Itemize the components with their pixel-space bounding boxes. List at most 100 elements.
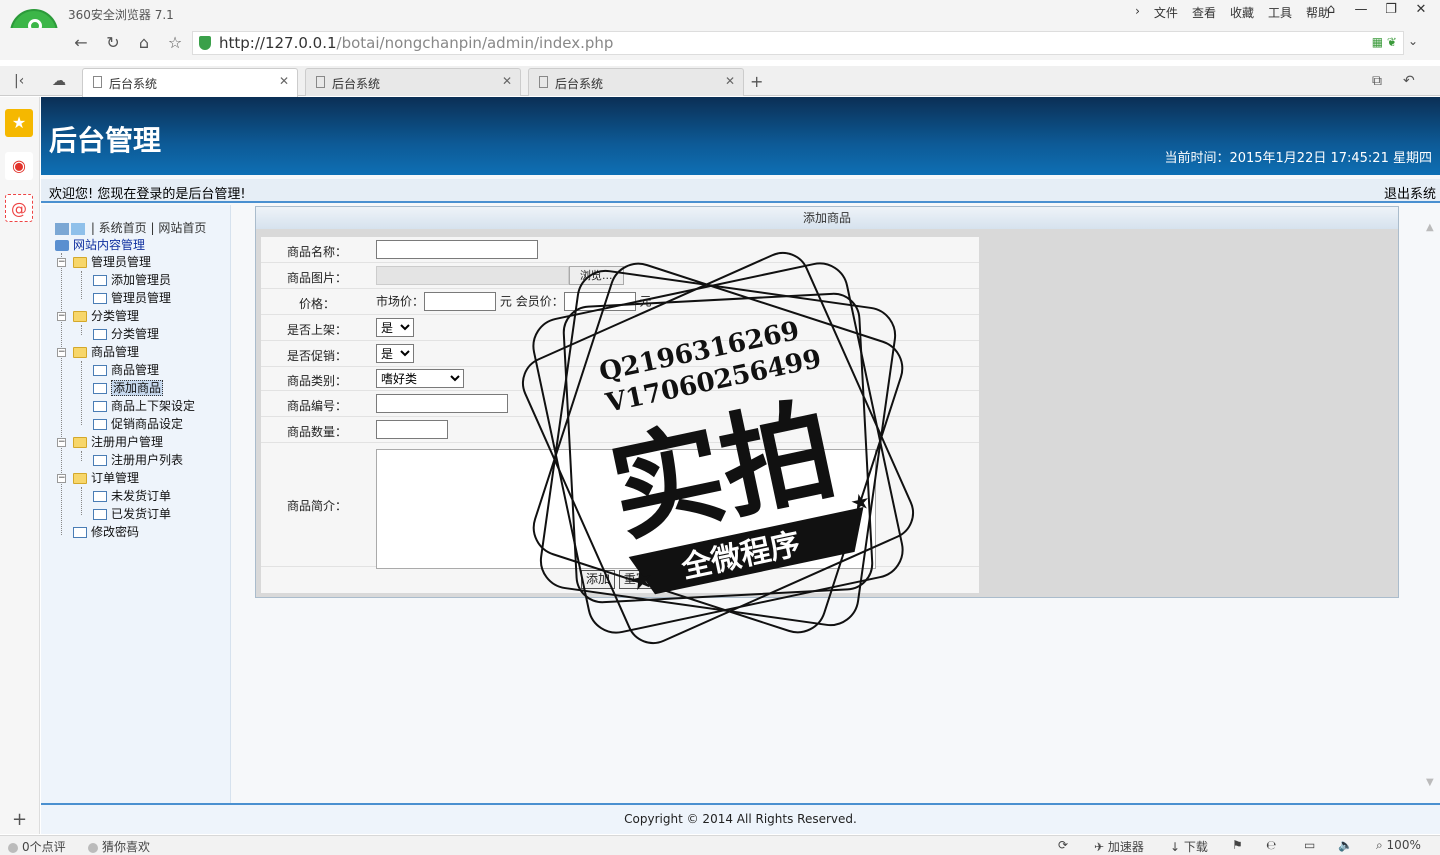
promotion-select[interactable]: 是 <box>376 344 414 363</box>
nav-manage-products[interactable]: 商品管理 <box>93 361 159 379</box>
copyright-text: Copyright © 2014 All Rights Reserved. <box>624 812 857 826</box>
group-orders[interactable]: 订单管理 <box>73 469 139 487</box>
submit-button[interactable]: 添加 <box>581 570 616 589</box>
download-icon: ↓ <box>1170 840 1184 854</box>
collapse-icon[interactable]: − <box>57 348 66 357</box>
nav-add-product[interactable]: 添加商品 <box>93 379 164 397</box>
back-arrow-icon[interactable]: ← <box>70 32 92 54</box>
sound-icon[interactable]: 🔈 <box>1338 838 1353 852</box>
reset-button[interactable]: 重写 <box>618 570 653 589</box>
mail-icon[interactable]: @ <box>5 194 33 222</box>
nav-shelf-settings[interactable]: 商品上下架设定 <box>93 397 195 415</box>
window-icon[interactable]: ▭ <box>1304 838 1315 852</box>
favorites-star-icon[interactable]: ★ <box>5 109 33 137</box>
nav-shipped-orders[interactable]: 已发货订单 <box>93 505 171 523</box>
product-code-input[interactable] <box>376 394 508 413</box>
folder-icon <box>73 311 87 322</box>
nav-top-links-text[interactable]: | 系统首页 | 网站首页 <box>91 221 207 235</box>
collapse-icon[interactable]: − <box>57 438 66 447</box>
collapse-icon[interactable]: − <box>57 474 66 483</box>
page-content: 后台管理 当前时间：2015年1月22日 17:45:21 星期四 欢迎您! 您… <box>41 97 1440 834</box>
add-icon[interactable] <box>71 222 85 235</box>
tab-2[interactable]: 后台系统 ✕ <box>305 68 521 96</box>
member-price-input[interactable] <box>563 292 636 311</box>
nav-manage-categories[interactable]: 分类管理 <box>93 325 159 343</box>
logout-link[interactable]: 退出系统 <box>1384 183 1436 202</box>
quantity-input[interactable] <box>376 420 448 439</box>
qr-leaf-icons[interactable]: ▦ ❦ <box>1372 35 1397 49</box>
speed-icon[interactable]: ⟳ <box>1058 838 1068 852</box>
url-dropdown-icon[interactable]: ⌄ <box>1408 34 1418 48</box>
scroll-down-icon[interactable]: ▼ <box>1426 777 1434 788</box>
page-icon <box>93 293 107 304</box>
close-tab-icon[interactable]: ✕ <box>502 74 512 88</box>
group-admins[interactable]: 管理员管理 <box>73 253 151 271</box>
close-tab-icon[interactable]: ✕ <box>725 74 735 88</box>
printer-icon[interactable] <box>55 222 69 235</box>
nav-manage-admins[interactable]: 管理员管理 <box>93 289 171 307</box>
comments-status[interactable]: 0个点评 <box>8 838 66 855</box>
tab-3[interactable]: 后台系统 ✕ <box>528 68 744 96</box>
url-path: /botai/nongchanpin/admin/index.php <box>336 34 614 52</box>
row-price: 价格： 市场价： 元 会员价： 元 <box>261 289 979 315</box>
restore-tabs-icon[interactable]: ⧉ <box>1372 73 1382 89</box>
row-on-shelf: 是否上架： 是 <box>261 315 979 341</box>
category-select[interactable]: 嗜好类 <box>376 369 464 388</box>
page-icon <box>93 455 107 466</box>
page-icon <box>93 419 107 430</box>
refresh-icon[interactable]: ↻ <box>102 32 124 54</box>
close-tab-icon[interactable]: ✕ <box>279 74 289 88</box>
collapse-icon[interactable]: − <box>57 312 66 321</box>
skin-icon[interactable]: ⌂ <box>1322 2 1340 17</box>
folder-icon <box>73 473 87 484</box>
description-textarea[interactable] <box>376 449 876 569</box>
tab-1[interactable]: 后台系统 ✕ <box>82 68 298 97</box>
menu-favorites[interactable]: 收藏 <box>1230 4 1254 21</box>
nav-unshipped-orders[interactable]: 未发货订单 <box>93 487 171 505</box>
admin-banner: 后台管理 当前时间：2015年1月22日 17:45:21 星期四 <box>41 97 1440 175</box>
url-input[interactable]: http://127.0.0.1/botai/nongchanpin/admin… <box>192 31 1404 55</box>
group-users[interactable]: 注册用户管理 <box>73 433 163 451</box>
cloud-icon[interactable]: ☁ <box>52 73 66 89</box>
row-name: 商品名称： <box>261 237 979 263</box>
menu-file[interactable]: 文件 <box>1154 4 1178 21</box>
market-price-input[interactable] <box>424 292 497 311</box>
scroll-up-icon[interactable]: ▲ <box>1426 222 1434 233</box>
browse-button[interactable]: 浏览... <box>569 266 624 285</box>
tree-root[interactable]: 网站内容管理 <box>55 236 145 254</box>
flag-icon[interactable]: ⚑ <box>1232 838 1243 852</box>
nav-user-list[interactable]: 注册用户列表 <box>93 451 183 469</box>
add-sidebar-icon[interactable]: + <box>12 809 27 830</box>
zoom-control[interactable]: ⌕ 100% <box>1376 838 1421 853</box>
nav-change-password[interactable]: 修改密码 <box>73 523 139 541</box>
tab-list-left-icon[interactable]: |‹ <box>14 73 24 89</box>
home-icon[interactable]: ⌂ <box>133 32 155 54</box>
ie-icon[interactable]: ℮ <box>1266 838 1276 852</box>
menu-view[interactable]: 查看 <box>1192 4 1216 21</box>
undo-close-icon[interactable]: ↶ <box>1403 73 1415 89</box>
add-product-panel: 添加商品 商品名称： 商品图片： 浏览... 价格： 市场价： 元 会员价： 元 <box>255 206 1399 598</box>
close-window-button[interactable]: ✕ <box>1412 2 1430 17</box>
download-button[interactable]: ↓ 下载 <box>1170 838 1208 855</box>
menu-tools[interactable]: 工具 <box>1268 4 1292 21</box>
product-name-input[interactable] <box>376 240 538 259</box>
market-price-label: 市场价： <box>376 294 425 309</box>
maximize-button[interactable]: ❐ <box>1382 2 1400 17</box>
url-text[interactable]: http://127.0.0.1/botai/nongchanpin/admin… <box>219 34 613 52</box>
menu-more-icon[interactable]: › <box>1135 4 1140 21</box>
minimize-button[interactable]: — <box>1352 2 1370 17</box>
nav-promo-settings[interactable]: 促销商品设定 <box>93 415 183 433</box>
on-shelf-select[interactable]: 是 <box>376 318 414 337</box>
file-path-field[interactable] <box>376 266 569 285</box>
collapse-icon[interactable]: − <box>57 258 66 267</box>
page-icon <box>93 401 107 412</box>
new-tab-button[interactable]: + <box>750 72 763 91</box>
accelerator-button[interactable]: ✈ 加速器 <box>1094 838 1144 855</box>
group-categories[interactable]: 分类管理 <box>73 307 139 325</box>
guess-you-like[interactable]: 猜你喜欢 <box>88 838 150 855</box>
star-icon[interactable]: ☆ <box>164 32 186 54</box>
weibo-icon[interactable]: ◉ <box>5 152 33 180</box>
nav-add-admin[interactable]: 添加管理员 <box>93 271 171 289</box>
panel-title: 添加商品 <box>256 207 1398 229</box>
group-products[interactable]: 商品管理 <box>73 343 139 361</box>
